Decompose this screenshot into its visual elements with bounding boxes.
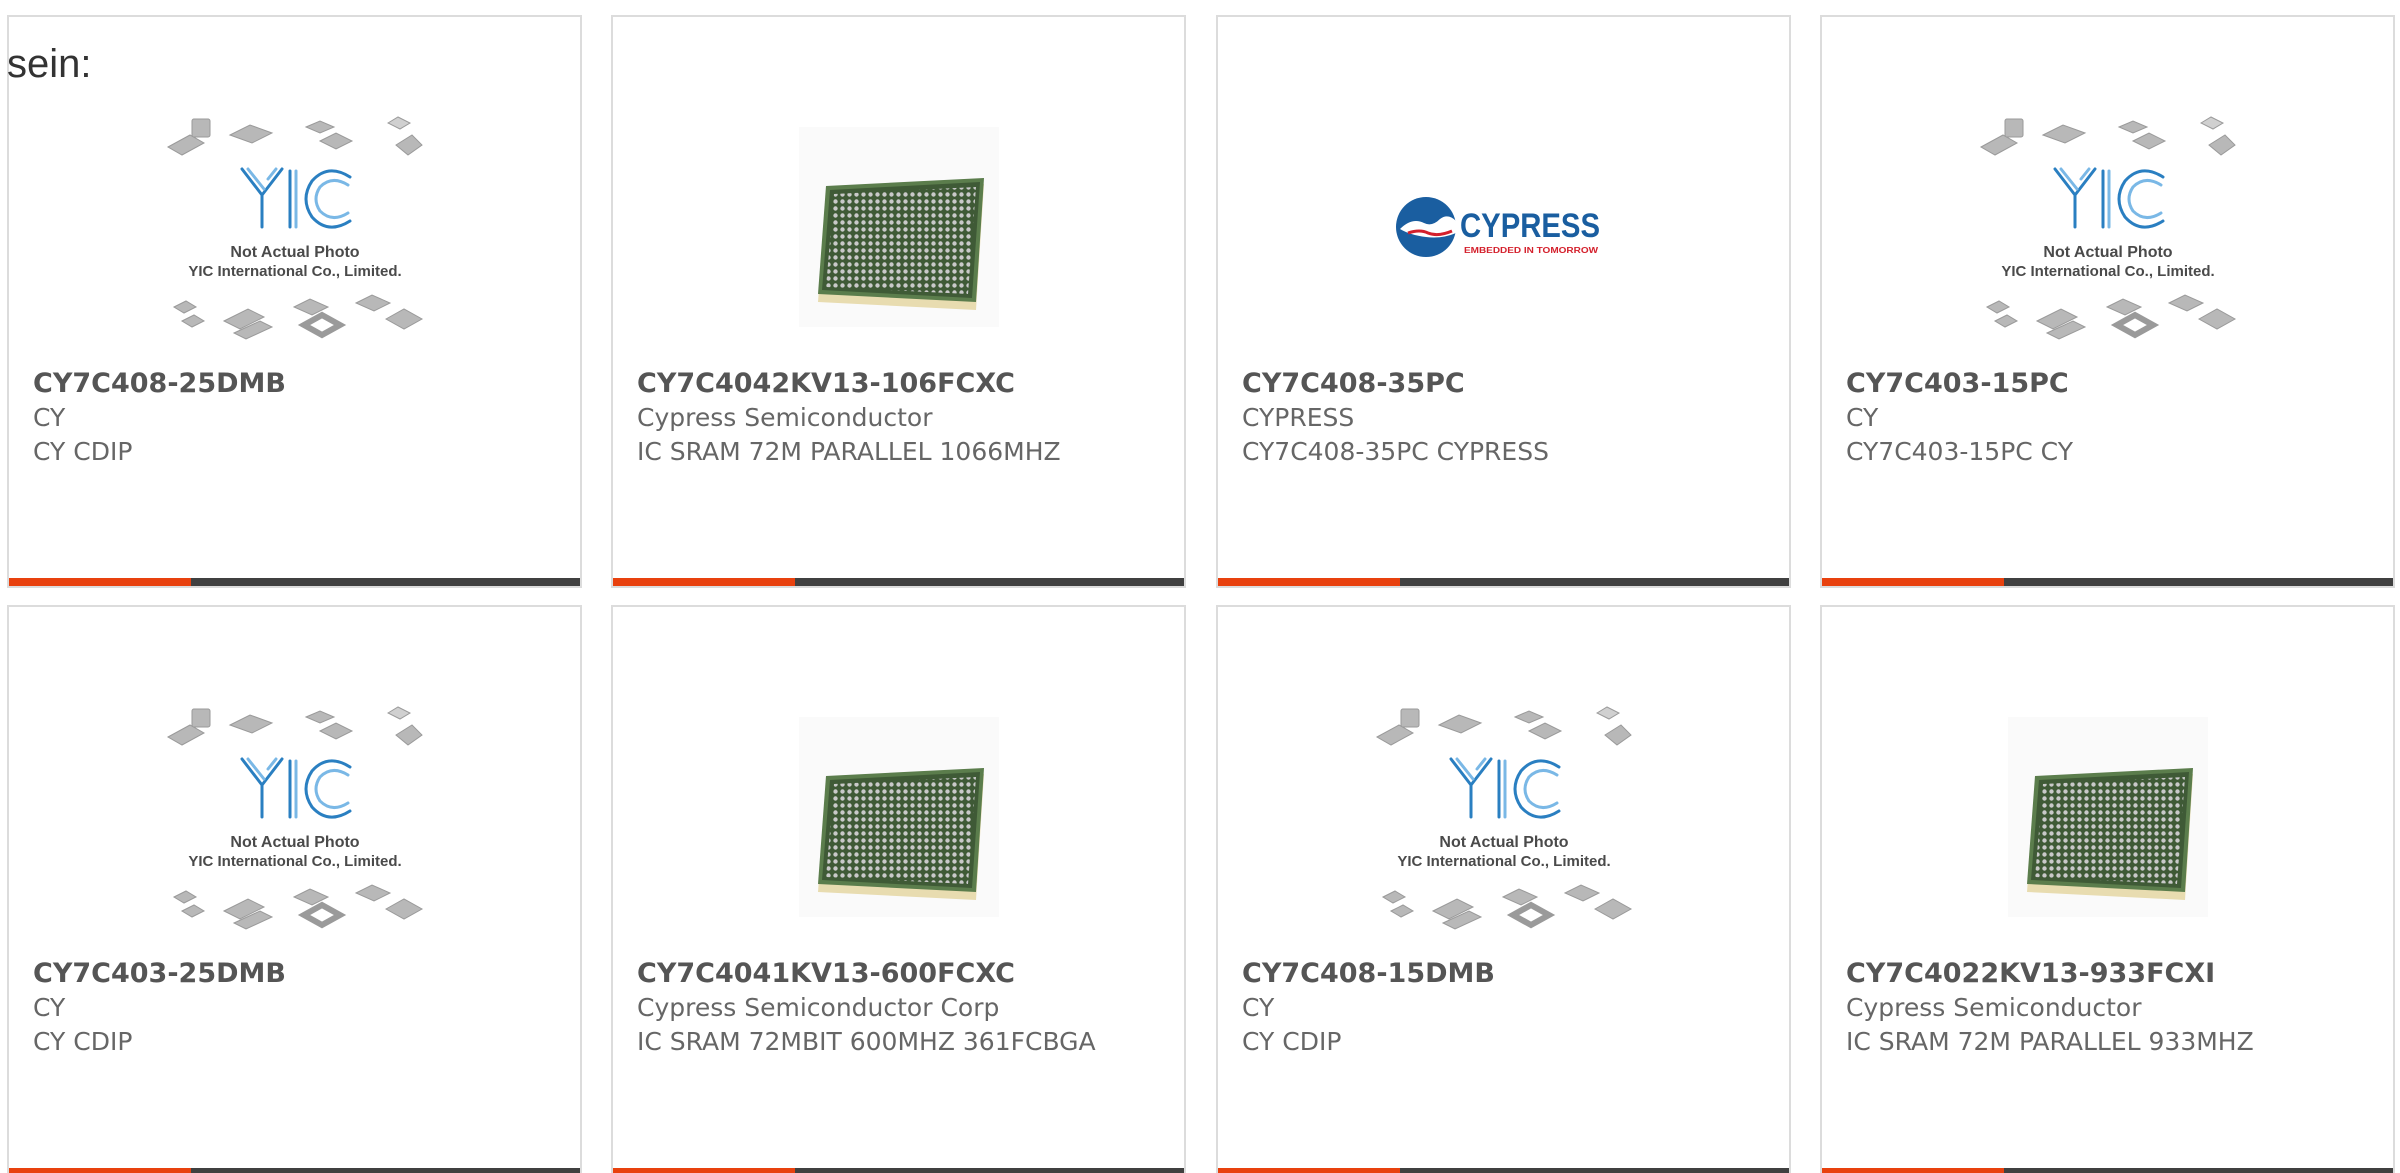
yic-placeholder-icon: Not Actual Photo YIC International Co., … [1375,706,1632,930]
card-accent-bar [1218,578,1400,586]
card-accent-bar [1822,578,2004,586]
manufacturer: CY [1242,993,1275,1022]
product-info: CY7C4042KV13-106FCXC Cypress Semiconducto… [637,367,1160,469]
card-accent-bar [9,1168,191,1173]
placeholder-line-2: YIC International Co., Limited. [188,853,401,870]
description: IC SRAM 72MBIT 600MHZ 361FCBGA [637,1027,1096,1056]
bga-chip-image [798,717,999,917]
card-bottom-bar [9,1168,580,1173]
product-card[interactable]: Not Actual Photo YIC International Co., … [1820,15,2395,588]
placeholder-line-1: Not Actual Photo [2043,244,2172,261]
product-image[interactable] [764,107,1034,347]
card-accent-bar [613,578,795,586]
card-bottom-bar [1218,1168,1789,1173]
manufacturer: Cypress Semiconductor Corp [637,993,1000,1022]
part-number-link[interactable]: CY7C403-15PC [1846,367,2369,401]
product-card[interactable]: CY7C4022KV13-933FCXI Cypress Semiconducto… [1820,605,2395,1173]
part-number-link[interactable]: CY7C408-15DMB [1242,957,1765,991]
product-image[interactable]: CYPRESS EMBEDDED IN TOMORROW [1369,107,1639,347]
part-number-link[interactable]: CY7C408-35PC [1242,367,1765,401]
card-accent-bar [613,1168,795,1173]
product-card[interactable]: Not Actual Photo YIC International Co., … [7,15,582,588]
product-info: CY7C4041KV13-600FCXC Cypress Semiconducto… [637,957,1160,1059]
bga-chip-icon [2026,768,2193,900]
card-bottom-bar [1218,578,1789,586]
product-card[interactable]: Not Actual Photo YIC International Co., … [7,605,582,1173]
product-info: CY7C408-25DMB CY CY CDIP [33,367,556,469]
svg-text:CYPRESS: CYPRESS [1460,207,1600,245]
card-accent-bar [1822,1168,2004,1173]
bga-chip-icon [817,178,984,310]
placeholder-line-2: YIC International Co., Limited. [188,263,401,280]
part-number-link[interactable]: CY7C403-25DMB [33,957,556,991]
bga-chip-icon [817,768,984,900]
product-grid: Not Actual Photo YIC International Co., … [0,0,2400,1173]
manufacturer: Cypress Semiconductor [637,403,933,432]
product-info: CY7C403-25DMB CY CY CDIP [33,957,556,1059]
description: CY CDIP [33,437,133,466]
intro-text: sein: [7,42,92,86]
product-card[interactable]: CY7C4041KV13-600FCXC Cypress Semiconducto… [611,605,1186,1173]
placeholder-line-2: YIC International Co., Limited. [2001,263,2214,280]
card-bottom-bar [1822,578,2393,586]
product-image[interactable]: Not Actual Photo YIC International Co., … [1369,697,1639,937]
placeholder-line-1: Not Actual Photo [230,244,359,261]
product-image[interactable]: Not Actual Photo YIC International Co., … [160,697,430,937]
part-number-link[interactable]: CY7C4042KV13-106FCXC [637,367,1160,401]
product-image[interactable] [764,697,1034,937]
manufacturer: CYPRESS [1242,403,1355,432]
yic-placeholder-icon: Not Actual Photo YIC International Co., … [166,706,423,930]
part-number-link[interactable]: CY7C4022KV13-933FCXI [1846,957,2369,991]
svg-text:EMBEDDED IN TOMORROW: EMBEDDED IN TOMORROW [1464,246,1599,255]
manufacturer: CY [1846,403,1879,432]
yic-placeholder-icon: Not Actual Photo YIC International Co., … [1979,116,2236,340]
product-card[interactable]: CY7C4042KV13-106FCXC Cypress Semiconducto… [611,15,1186,588]
description: CY7C408-35PC CYPRESS [1242,437,1549,466]
product-info: CY7C408-35PC CYPRESS CY7C408-35PC CYPRESS [1242,367,1765,469]
placeholder-line-1: Not Actual Photo [230,834,359,851]
product-image[interactable]: Not Actual Photo YIC International Co., … [160,107,430,347]
product-image[interactable] [1973,697,2243,937]
yic-placeholder-icon: Not Actual Photo YIC International Co., … [166,116,423,340]
card-accent-bar [1218,1168,1400,1173]
product-info: CY7C403-15PC CY CY7C403-15PC CY [1846,367,2369,469]
card-bottom-bar [613,578,1184,586]
description: CY7C403-15PC CY [1846,437,2073,466]
description: IC SRAM 72M PARALLEL 933MHZ [1846,1027,2254,1056]
card-bottom-bar [9,578,580,586]
product-image[interactable]: Not Actual Photo YIC International Co., … [1973,107,2243,347]
product-card[interactable]: Not Actual Photo YIC International Co., … [1216,605,1791,1173]
card-bottom-bar [613,1168,1184,1173]
part-number-link[interactable]: CY7C4041KV13-600FCXC [637,957,1160,991]
cypress-logo-icon: CYPRESS EMBEDDED IN TOMORROW [1395,197,1600,257]
bga-chip-image [2007,717,2208,917]
description: CY CDIP [33,1027,133,1056]
placeholder-line-2: YIC International Co., Limited. [1397,853,1610,870]
product-info: CY7C408-15DMB CY CY CDIP [1242,957,1765,1059]
description: CY CDIP [1242,1027,1342,1056]
manufacturer: CY [33,403,66,432]
description: IC SRAM 72M PARALLEL 1066MHZ [637,437,1061,466]
manufacturer: CY [33,993,66,1022]
product-info: CY7C4022KV13-933FCXI Cypress Semiconducto… [1846,957,2369,1059]
placeholder-line-1: Not Actual Photo [1439,834,1568,851]
bga-chip-image [798,127,999,327]
manufacturer: Cypress Semiconductor [1846,993,2142,1022]
card-accent-bar [9,578,191,586]
product-card[interactable]: CYPRESS EMBEDDED IN TOMORROW CY7C408-35P… [1216,15,1791,588]
part-number-link[interactable]: CY7C408-25DMB [33,367,556,401]
card-bottom-bar [1822,1168,2393,1173]
